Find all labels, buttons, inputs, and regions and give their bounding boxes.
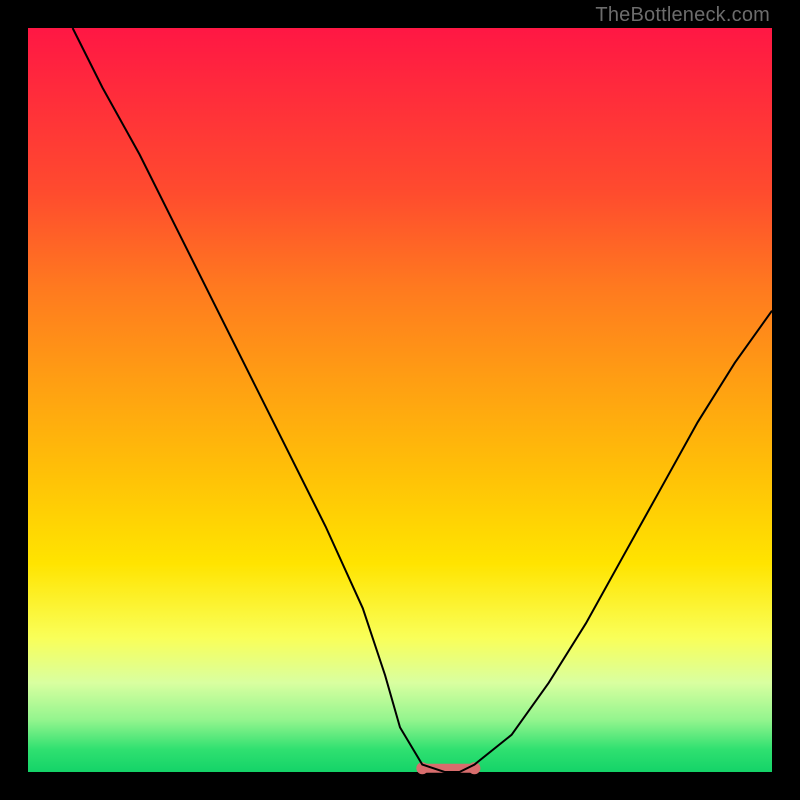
attribution-text: TheBottleneck.com (595, 4, 770, 27)
curve-layer (28, 28, 772, 772)
bottleneck-curve (73, 28, 772, 772)
plot-area (28, 28, 772, 772)
chart-frame: TheBottleneck.com (0, 0, 800, 800)
